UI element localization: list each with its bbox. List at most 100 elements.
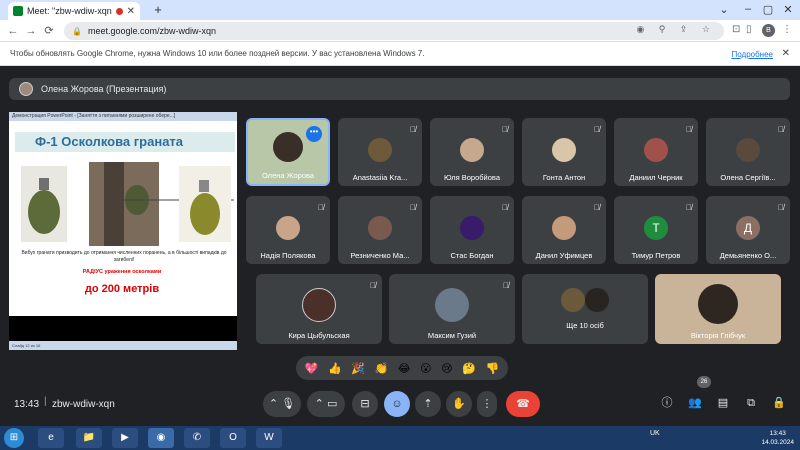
folder-icon[interactable]: 📁: [76, 428, 102, 448]
meeting-time: 13:43: [14, 399, 40, 410]
chat-icon[interactable]: ▤: [715, 395, 731, 411]
captions-button[interactable]: ⊟: [352, 391, 378, 417]
chevron-down-icon[interactable]: ⌄: [712, 3, 736, 16]
participant-tile[interactable]: 🎙̸ Кира Цыбульская: [256, 274, 382, 344]
tab-title: Meet: "zbw-wdiw-xqn": [27, 6, 112, 16]
presenter-label: Олена Жорова (Презентация): [41, 84, 167, 94]
close-tab-icon[interactable]: ✕: [127, 6, 135, 17]
slide-status-bar: Слайд 12 из 16: [9, 341, 237, 350]
participant-tile[interactable]: 🎙̸ Данил Уфимцев: [522, 196, 606, 264]
more-vert-icon: ⋮: [481, 398, 493, 410]
hangup-icon: ☎: [516, 398, 530, 410]
participant-avatar: [460, 216, 484, 241]
participant-count-badge: 26: [697, 376, 711, 388]
participant-avatar: [552, 138, 576, 163]
heart-icon[interactable]: 💖: [305, 362, 319, 375]
participant-tile[interactable]: 🎙̸ Т Тимур Петров: [614, 196, 698, 264]
slide-description: Вибух гранати призводить до отримання чи…: [21, 250, 227, 263]
close-window-icon[interactable]: ✕: [776, 3, 800, 16]
participant-name: Гонта Антон: [542, 173, 586, 182]
kebab-menu-icon[interactable]: ⋮: [782, 24, 792, 35]
mic-off-icon: 🎙̸: [686, 203, 692, 212]
surprised-icon[interactable]: 😮: [420, 362, 431, 375]
extensions-icon[interactable]: ⊡: [732, 24, 740, 35]
mic-off-icon: 🎙̸: [370, 281, 376, 290]
activities-icon[interactable]: ⧉: [743, 395, 759, 411]
participant-avatar: [460, 138, 484, 163]
media-player-icon[interactable]: ▶: [112, 428, 138, 448]
sidepanel-icon[interactable]: ▯: [746, 24, 752, 35]
slide-window-title: Демонстрация PowerPoint - [Заняття з пит…: [9, 112, 237, 121]
participant-video: [273, 131, 303, 162]
camera-button[interactable]: ⌃ ▭: [307, 391, 345, 417]
meet-favicon-icon: [13, 6, 23, 16]
language-indicator[interactable]: UK: [650, 430, 660, 437]
participant-tile[interactable]: Вікторія Глібчук: [655, 274, 781, 344]
more-options-icon[interactable]: •••: [306, 126, 322, 142]
taskbar-date: 14.03.2024: [761, 439, 794, 446]
opera-icon[interactable]: O: [220, 428, 246, 448]
thumbs-down-icon[interactable]: 👎: [485, 362, 499, 375]
more-participants-tile[interactable]: Ще 10 осіб: [522, 274, 648, 344]
start-button[interactable]: ⊞: [4, 428, 24, 448]
clapping-icon[interactable]: 👏: [375, 362, 389, 375]
participant-avatar: [368, 138, 392, 163]
presentation-slide[interactable]: Демонстрация PowerPoint - [Заняття з пит…: [9, 112, 237, 350]
thumbs-up-icon[interactable]: 👍: [328, 362, 342, 375]
mic-off-icon: 🎙̸: [594, 125, 600, 134]
participant-tile[interactable]: 🎙̸ Резниченко Ма...: [338, 196, 422, 264]
viber-icon[interactable]: ✆: [184, 428, 210, 448]
host-controls-icon[interactable]: 🔒: [771, 395, 787, 411]
emoji-icon: ☺: [391, 398, 403, 410]
presenter-banner: Олена Жорова (Презентация): [9, 78, 790, 100]
sad-icon[interactable]: 😢: [441, 362, 452, 375]
party-popper-icon[interactable]: 🎉: [351, 362, 365, 375]
reactions-button[interactable]: ☺: [384, 391, 410, 417]
profile-avatar[interactable]: B: [762, 24, 775, 37]
ie-icon[interactable]: e: [38, 428, 64, 448]
participant-tile[interactable]: 🎙̸ Anastasiia Kra...: [338, 118, 422, 186]
back-icon[interactable]: ←: [4, 25, 22, 37]
present-button[interactable]: ⇡: [415, 391, 441, 417]
participant-tile[interactable]: 🎙̸ Даниил Черник: [614, 118, 698, 186]
thinking-icon[interactable]: 🤔: [462, 362, 476, 375]
raise-hand-button[interactable]: ✋: [446, 391, 472, 417]
participant-name: Юля Воробйова: [443, 173, 500, 182]
people-icon[interactable]: 👥: [687, 395, 703, 411]
participant-name: Тимур Петров: [631, 251, 681, 260]
participant-tile[interactable]: 🎙̸ Максим Гузий: [389, 274, 515, 344]
more-options-button[interactable]: ⋮: [477, 391, 497, 417]
omnibox[interactable]: 🔒 meet.google.com/zbw-wdiw-xqn ◉ ⚲ ⇪ ☆: [64, 22, 724, 40]
participant-initial: Т: [644, 216, 668, 241]
close-infobar-icon[interactable]: ✕: [782, 48, 790, 59]
laughing-icon[interactable]: 😂: [398, 362, 411, 375]
mic-button[interactable]: ⌃ 🎙: [263, 391, 301, 417]
leave-call-button[interactable]: ☎: [506, 391, 540, 417]
participant-tile[interactable]: 🎙̸ Надія Полякова: [246, 196, 330, 264]
hand-icon: ✋: [452, 398, 466, 410]
participant-name: Олена Жорова: [261, 171, 315, 180]
taskbar-clock[interactable]: 13:43 14.03.2024: [761, 429, 794, 447]
participant-tile[interactable]: 🎙̸ Юля Воробйова: [430, 118, 514, 186]
participant-tile[interactable]: 🎙̸ Олена Сергіїв...: [706, 118, 790, 186]
participant-tile[interactable]: 🎙̸ Стас Богдан: [430, 196, 514, 264]
slide-radius-label: РАДІУС ураження осколками: [82, 269, 162, 275]
participant-tile[interactable]: 🎙̸ Д Демьяненко О...: [706, 196, 790, 264]
participant-name: Максим Гузий: [427, 331, 477, 340]
learn-more-link[interactable]: Подробнее: [732, 50, 774, 59]
participant-avatar: [585, 288, 609, 312]
participant-tile[interactable]: 🎙̸ Гонта Антон: [522, 118, 606, 186]
info-icon[interactable]: ⓘ: [659, 395, 675, 411]
reload-icon[interactable]: ⟳: [40, 24, 58, 37]
tab-strip: Meet: "zbw-wdiw-xqn" ✕ + ⌄ – ▢ ✕: [0, 0, 800, 20]
word-icon[interactable]: W: [256, 428, 282, 448]
participant-tile[interactable]: ••• Олена Жорова: [246, 118, 330, 186]
participant-name: Вікторія Глібчук: [690, 331, 746, 340]
omnibox-tools-icon[interactable]: ◉ ⚲ ⇪ ☆: [636, 24, 716, 35]
participant-avatar: [302, 288, 336, 322]
participant-video: [698, 283, 738, 324]
new-tab-button[interactable]: +: [150, 3, 166, 18]
forward-icon[interactable]: →: [22, 25, 40, 37]
chrome-icon[interactable]: ◉: [148, 428, 174, 448]
browser-tab[interactable]: Meet: "zbw-wdiw-xqn" ✕: [8, 2, 140, 20]
